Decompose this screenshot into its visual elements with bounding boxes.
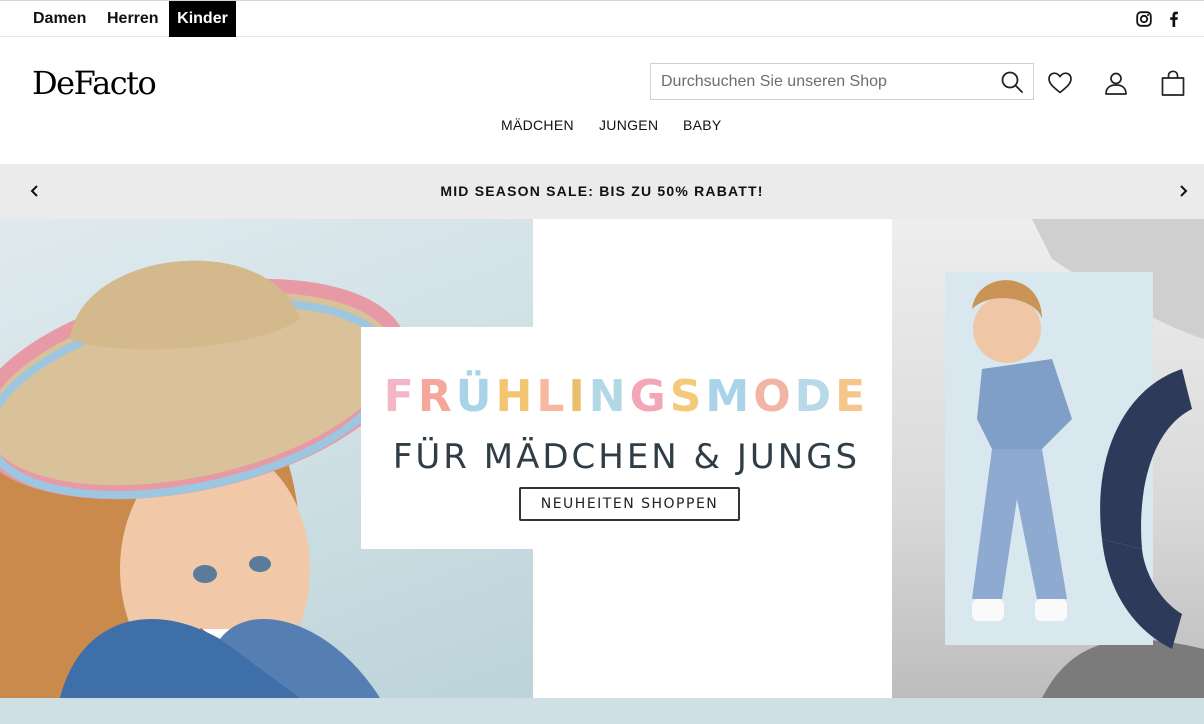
hero-headline-letter: N — [588, 371, 630, 422]
gender-link-damen[interactable]: Damen — [23, 1, 96, 37]
shop-new-arrivals-button[interactable]: NEUHEITEN SHOPPEN — [519, 487, 740, 521]
gender-link-herren[interactable]: Herren — [97, 1, 169, 37]
hero-headline-letter: S — [669, 371, 706, 422]
facebook-icon[interactable] — [1166, 11, 1182, 27]
nav-item-baby[interactable]: BABY — [683, 117, 722, 133]
next-section-strip — [0, 698, 1204, 724]
search-icon[interactable] — [1001, 71, 1023, 93]
hero-headline-letter: E — [835, 371, 870, 422]
hero-headline-letter: R — [417, 371, 456, 422]
search-input[interactable] — [651, 64, 981, 99]
hero-headline-letter: Ü — [455, 371, 496, 422]
hero-headline-letter: H — [495, 371, 537, 422]
chevron-right-icon[interactable] — [1176, 184, 1190, 198]
hero-headline-letter: O — [753, 371, 795, 422]
hero-headline-letter: F — [383, 371, 418, 422]
hero-headline-letter: M — [705, 371, 754, 422]
hero-headline: FRÜHLINGSMODE — [361, 371, 892, 422]
bag-icon[interactable] — [1160, 70, 1186, 96]
search-bar — [650, 63, 1034, 100]
promo-card: FRÜHLINGSMODE FÜR MÄDCHEN & JUNGS NEUHEI… — [361, 327, 892, 549]
hero-headline-letter: G — [629, 371, 670, 422]
instagram-icon[interactable] — [1136, 11, 1152, 27]
hero-headline-text: FRÜHLINGSMODE — [384, 371, 869, 422]
announcement-text[interactable]: MID SEASON SALE: BIS ZU 50% RABATT! — [0, 183, 1204, 199]
nav-item-jungen[interactable]: JUNGEN — [599, 117, 658, 133]
hero-subline: FÜR MÄDCHEN & JUNGS — [392, 437, 861, 477]
user-icon[interactable] — [1103, 70, 1129, 96]
top-bar: Damen Herren Kinder — [0, 0, 1204, 37]
hero-photo-girl-jumpsuit — [892, 219, 1204, 698]
hero-headline-letter: I — [568, 371, 589, 422]
announcement-bar: MID SEASON SALE: BIS ZU 50% RABATT! — [0, 164, 1204, 219]
hero-banner[interactable]: FRÜHLINGSMODE FÜR MÄDCHEN & JUNGS NEUHEI… — [0, 219, 1204, 698]
hero-headline-letter: L — [536, 371, 569, 422]
nav-item-maedchen[interactable]: MÄDCHEN — [501, 117, 574, 133]
heart-icon[interactable] — [1047, 70, 1073, 96]
gender-link-kinder[interactable]: Kinder — [169, 1, 236, 37]
hero-headline-letter: D — [794, 371, 836, 422]
brand-logo[interactable]: DeFacto — [32, 64, 157, 102]
